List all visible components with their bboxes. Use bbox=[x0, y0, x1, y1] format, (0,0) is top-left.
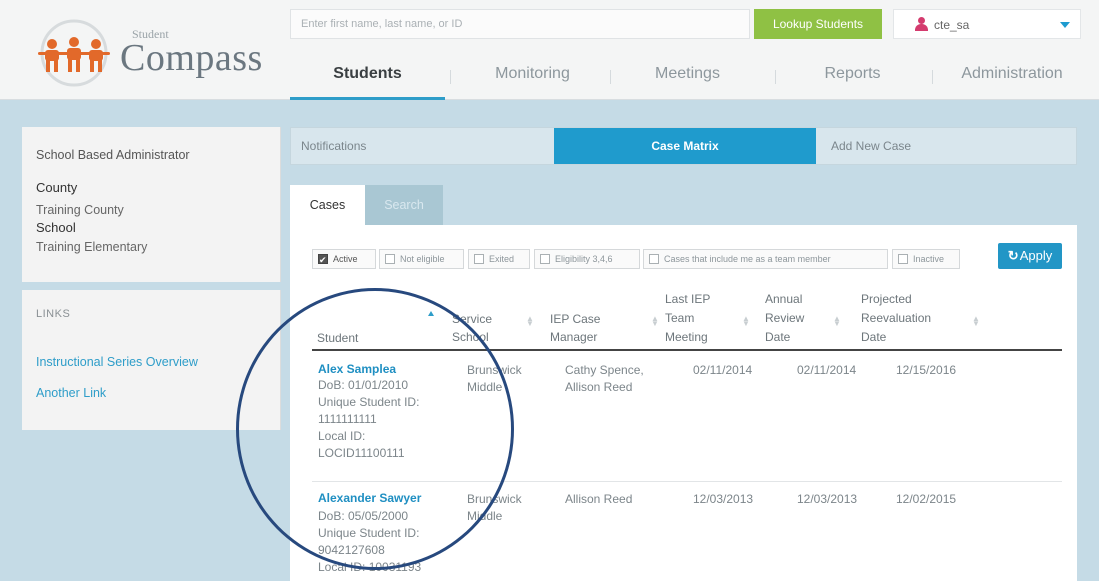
apply-button[interactable]: ↻Apply bbox=[998, 243, 1062, 269]
col-last-iep-3[interactable]: Meeting bbox=[665, 330, 708, 345]
col-last-iep-2[interactable]: Team bbox=[665, 311, 694, 326]
nav-monitoring[interactable]: Monitoring bbox=[455, 52, 610, 100]
case-manager: Allison Reed bbox=[565, 492, 633, 506]
reevaluation-date: 12/02/2015 bbox=[896, 492, 957, 506]
logo-wordmark: Compass bbox=[120, 37, 263, 79]
filter-label: Eligibility 3,4,6 bbox=[555, 254, 613, 264]
school-label: School bbox=[36, 220, 76, 235]
filter-active[interactable]: Active bbox=[312, 249, 376, 269]
col-reeval-1[interactable]: Projected bbox=[861, 292, 912, 307]
county-value: Training County bbox=[36, 203, 124, 217]
county-label: County bbox=[36, 180, 78, 195]
student-compass-logo[interactable]: Student Compass bbox=[22, 12, 272, 92]
link-instructional-series-overview[interactable]: Instructional Series Overview bbox=[36, 355, 198, 369]
nav-divider bbox=[450, 70, 451, 84]
sort-icon[interactable]: ▲ ▼ bbox=[526, 315, 534, 328]
school-value: Training Elementary bbox=[36, 240, 148, 254]
last-iep-date: 02/11/2014 bbox=[693, 363, 753, 377]
checkbox-icon bbox=[540, 254, 550, 264]
sort-icon[interactable]: ▲ ▼ bbox=[742, 315, 750, 328]
nav-students[interactable]: Students bbox=[290, 52, 445, 100]
filter-label: Inactive bbox=[913, 254, 945, 264]
apply-label: Apply bbox=[1019, 248, 1053, 263]
col-reeval-2[interactable]: Reevaluation bbox=[861, 311, 931, 326]
filter-label: Not eligible bbox=[400, 254, 445, 264]
nav-meetings[interactable]: Meetings bbox=[610, 52, 765, 100]
user-name: cte_sa bbox=[934, 18, 970, 32]
checkbox-icon bbox=[898, 254, 908, 264]
nav-administration[interactable]: Administration bbox=[932, 52, 1092, 100]
filter-team-member[interactable]: Cases that include me as a team member bbox=[643, 249, 888, 269]
tab-notifications[interactable]: Notifications bbox=[291, 128, 551, 164]
caret-down-icon bbox=[1060, 22, 1070, 28]
sort-icon[interactable]: ▲ ▼ bbox=[651, 315, 659, 328]
tab-add-new-case[interactable]: Add New Case bbox=[821, 128, 1076, 164]
col-last-iep-1[interactable]: Last IEP bbox=[665, 292, 710, 307]
checkbox-icon bbox=[474, 254, 484, 264]
sort-icon[interactable]: ▲ ▼ bbox=[833, 315, 841, 328]
col-case-manager-1[interactable]: IEP Case bbox=[550, 312, 600, 327]
last-iep-date: 12/03/2013 bbox=[693, 492, 754, 506]
annotation-circle bbox=[236, 288, 514, 570]
link-another-link[interactable]: Another Link bbox=[36, 386, 106, 400]
reevaluation-date: 12/15/2016 bbox=[896, 363, 957, 377]
subtab-search[interactable]: Search bbox=[365, 185, 443, 225]
tab-case-matrix[interactable]: Case Matrix bbox=[554, 128, 816, 164]
sort-icon[interactable]: ▲ ▼ bbox=[972, 315, 980, 328]
annual-review-date: 12/03/2013 bbox=[797, 492, 858, 506]
user-menu-dropdown[interactable]: cte_sa bbox=[893, 9, 1081, 39]
checkbox-icon bbox=[649, 254, 659, 264]
main-tab-bar: Notifications Case Matrix Add New Case bbox=[290, 127, 1077, 165]
filter-eligibility[interactable]: Eligibility 3,4,6 bbox=[534, 249, 640, 269]
case-manager: Allison Reed bbox=[565, 380, 633, 394]
lookup-students-button[interactable]: Lookup Students bbox=[754, 9, 882, 39]
refresh-icon: ↻ bbox=[1007, 248, 1019, 263]
links-title: LINKS bbox=[36, 308, 71, 320]
col-reeval-3[interactable]: Date bbox=[861, 330, 886, 345]
filter-not-eligible[interactable]: Not eligible bbox=[379, 249, 464, 269]
col-annual-2[interactable]: Review bbox=[765, 311, 804, 326]
annual-review-date: 02/11/2014 bbox=[797, 363, 857, 377]
col-annual-1[interactable]: Annual bbox=[765, 292, 802, 307]
logo-emblem-icon bbox=[38, 19, 110, 87]
col-case-manager-2[interactable]: Manager bbox=[550, 330, 597, 345]
col-annual-3[interactable]: Date bbox=[765, 330, 790, 345]
app-header: Student Compass Enter first name, last n… bbox=[0, 0, 1099, 100]
filter-label: Cases that include me as a team member bbox=[664, 254, 831, 264]
filter-label: Active bbox=[333, 254, 358, 264]
main-nav: Students Monitoring Meetings Reports Adm… bbox=[290, 52, 1095, 100]
case-manager: Cathy Spence, bbox=[565, 363, 644, 377]
checkbox-checked-icon bbox=[318, 251, 328, 269]
filter-exited[interactable]: Exited bbox=[468, 249, 530, 269]
checkbox-icon bbox=[385, 254, 395, 264]
student-search-input[interactable]: Enter first name, last name, or ID bbox=[290, 9, 750, 39]
user-icon bbox=[915, 17, 928, 31]
filter-label: Exited bbox=[489, 254, 515, 264]
nav-reports[interactable]: Reports bbox=[775, 52, 930, 100]
user-role: School Based Administrator bbox=[36, 148, 190, 162]
filter-inactive[interactable]: Inactive bbox=[892, 249, 960, 269]
subtab-cases[interactable]: Cases bbox=[290, 185, 365, 225]
